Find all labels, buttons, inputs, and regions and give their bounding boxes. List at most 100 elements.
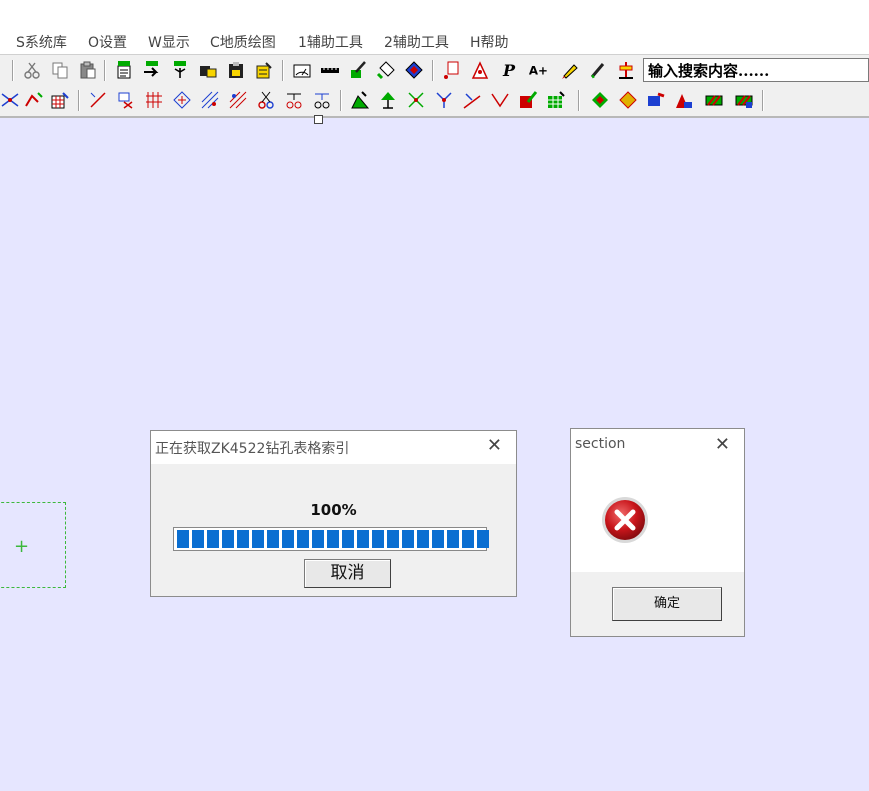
trim-icon[interactable] xyxy=(116,90,136,110)
diamond-tool-icon[interactable] xyxy=(404,60,424,80)
cross-tool-icon[interactable] xyxy=(406,90,426,110)
menu-geology-drawing[interactable]: C地质绘图 xyxy=(210,32,276,52)
diamond-icon[interactable] xyxy=(618,90,638,110)
progress-segment xyxy=(252,530,264,548)
progress-segment xyxy=(327,530,339,548)
progress-segment xyxy=(342,530,354,548)
toolbar-separator xyxy=(340,90,342,111)
progress-segment xyxy=(177,530,189,548)
fill-tool-icon[interactable] xyxy=(376,60,396,80)
toolbar-separator xyxy=(104,60,106,81)
progress-segment xyxy=(402,530,414,548)
message-dialog: section ✕ 确定 xyxy=(570,428,745,637)
progress-segment xyxy=(312,530,324,548)
message-dialog-title: section xyxy=(575,436,626,452)
tree-icon[interactable] xyxy=(378,90,398,110)
pattern-icon[interactable] xyxy=(172,90,192,110)
progress-dialog-titlebar: 正在获取ZK4522钻孔表格索引 ✕ xyxy=(151,431,516,464)
close-icon[interactable]: ✕ xyxy=(487,435,502,456)
error-icon xyxy=(602,497,648,543)
edit-curve-icon[interactable] xyxy=(24,90,44,110)
progress-segment xyxy=(462,530,474,548)
toolbar-separator xyxy=(762,90,764,111)
hatch-alt-icon[interactable] xyxy=(228,90,248,110)
svg-text:A+: A+ xyxy=(529,64,548,78)
toolbar-row-2 xyxy=(0,85,869,118)
clipboard-icon[interactable] xyxy=(226,60,246,80)
grid-cut-icon[interactable] xyxy=(144,90,164,110)
pen-icon[interactable] xyxy=(560,60,580,80)
menu-display[interactable]: W显示 xyxy=(148,32,190,52)
copy-icon[interactable] xyxy=(50,60,70,80)
borehole-icon[interactable] xyxy=(616,60,636,80)
progress-segment xyxy=(297,530,309,548)
menu-system-library[interactable]: S系统库 xyxy=(16,32,67,52)
close-icon[interactable]: ✕ xyxy=(715,434,730,455)
ruler-icon[interactable] xyxy=(320,60,340,80)
toolbar-separator xyxy=(578,90,580,111)
progress-dialog-title: 正在获取ZK4522钻孔表格索引 xyxy=(155,441,350,457)
green-fill-icon[interactable] xyxy=(350,90,370,110)
progress-segment xyxy=(282,530,294,548)
progress-segment xyxy=(432,530,444,548)
triangle-tool-icon[interactable] xyxy=(470,60,490,80)
hatch-fill-icon[interactable] xyxy=(704,90,724,110)
diagonal-line-icon[interactable] xyxy=(88,90,108,110)
pencil-icon[interactable] xyxy=(588,60,608,80)
protractor-icon[interactable] xyxy=(292,60,312,80)
marker-icon[interactable] xyxy=(442,60,462,80)
hatch-icon[interactable] xyxy=(200,90,220,110)
progress-segment xyxy=(477,530,489,548)
shape-fill-icon[interactable] xyxy=(674,90,694,110)
progress-dialog: 正在获取ZK4522钻孔表格索引 ✕ 100% 取消 xyxy=(150,430,517,597)
plr-export-icon[interactable] xyxy=(142,60,162,80)
progress-segment xyxy=(357,530,369,548)
slope-icon[interactable] xyxy=(462,90,482,110)
draw-green-icon[interactable] xyxy=(348,60,368,80)
menu-help[interactable]: H帮助 xyxy=(470,32,509,52)
split-alt-icon[interactable] xyxy=(312,90,332,110)
paragraph-icon[interactable]: P xyxy=(500,60,520,80)
cancel-button[interactable]: 取消 xyxy=(304,559,391,588)
split-icon[interactable] xyxy=(284,90,304,110)
progress-segment xyxy=(387,530,399,548)
folder-copy-icon[interactable] xyxy=(198,60,218,80)
blue-fill-icon[interactable] xyxy=(646,90,666,110)
toolbar-separator xyxy=(282,60,284,81)
progress-segment xyxy=(372,530,384,548)
message-dialog-body: section ✕ xyxy=(571,429,744,572)
toolbar-row-1: P A+ 输入搜索内容...... xyxy=(0,54,869,86)
toolbar-separator xyxy=(432,60,434,81)
table-green-icon[interactable] xyxy=(546,90,566,110)
plr-document-icon[interactable] xyxy=(114,60,134,80)
cut-icon[interactable] xyxy=(22,60,42,80)
progress-segment xyxy=(447,530,459,548)
font-size-up-icon[interactable]: A+ xyxy=(528,60,548,80)
progress-segment xyxy=(207,530,219,548)
resize-handle[interactable] xyxy=(314,115,323,124)
rotate-diamond-icon[interactable] xyxy=(590,90,610,110)
scissors-icon[interactable] xyxy=(256,90,276,110)
menu-settings[interactable]: O设置 xyxy=(88,32,127,52)
grid-edit-icon[interactable] xyxy=(50,90,70,110)
progress-percent-label: 100% xyxy=(310,501,357,519)
selected-object[interactable] xyxy=(0,502,66,588)
ok-button[interactable]: 确定 xyxy=(612,587,722,621)
v-line-icon[interactable] xyxy=(490,90,510,110)
menu-bar: S系统库 O设置 W显示 C地质绘图 1辅助工具 2辅助工具 H帮助 xyxy=(0,26,869,54)
search-input[interactable]: 输入搜索内容...... xyxy=(643,58,869,82)
menu-aux-tools-1[interactable]: 1辅助工具 xyxy=(298,32,363,52)
progress-bar xyxy=(173,527,489,551)
line-intersect-icon[interactable] xyxy=(0,90,20,110)
plr-branch-icon[interactable] xyxy=(170,60,190,80)
hatch-fill-alt-icon[interactable] xyxy=(734,90,754,110)
selection-center-marker: + xyxy=(14,536,30,557)
edit-table-icon[interactable] xyxy=(254,60,274,80)
paste-icon[interactable] xyxy=(78,60,98,80)
progress-segment xyxy=(222,530,234,548)
menu-aux-tools-2[interactable]: 2辅助工具 xyxy=(384,32,449,52)
y-branch-icon[interactable] xyxy=(434,90,454,110)
progress-segment xyxy=(192,530,204,548)
toolbar-separator xyxy=(78,90,80,111)
edit-object-icon[interactable] xyxy=(518,90,538,110)
